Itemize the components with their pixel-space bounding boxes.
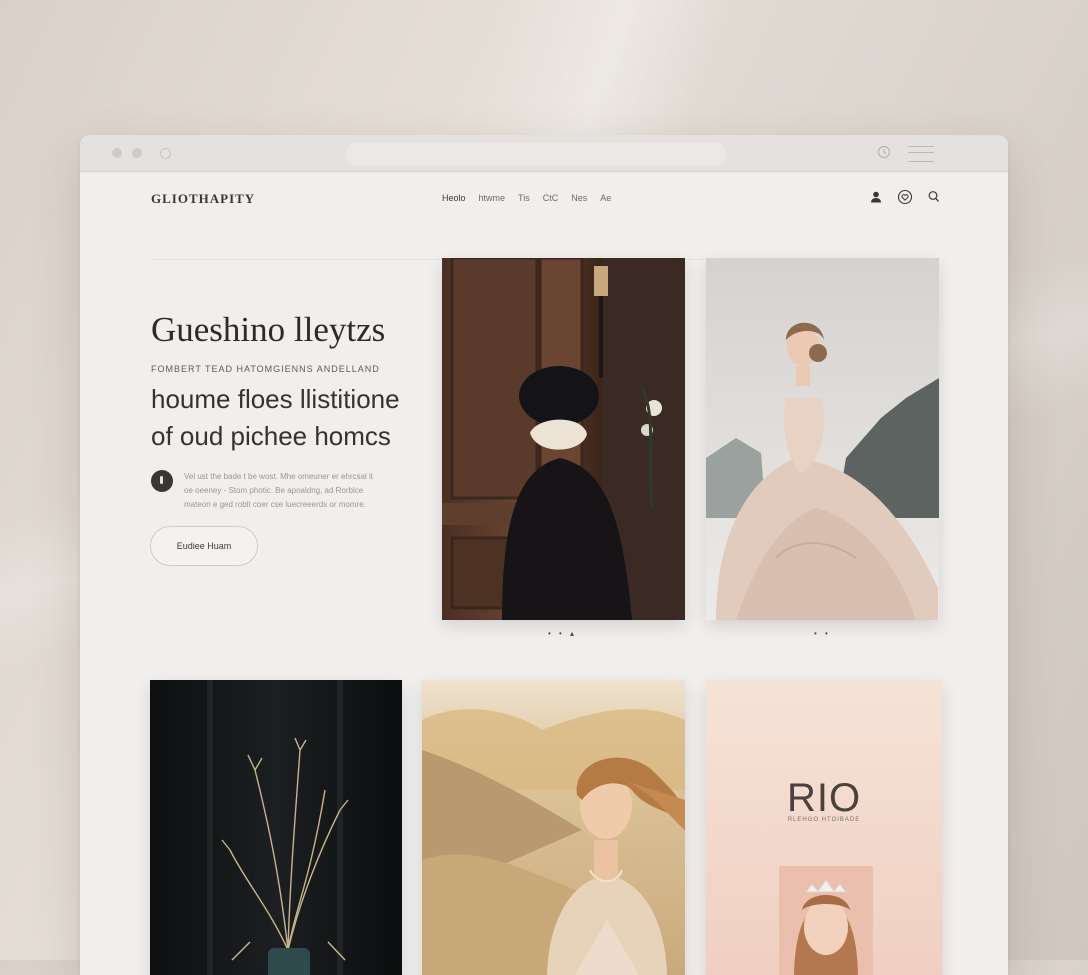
gallery-photo-wardrobe[interactable]: [442, 258, 685, 620]
menu-icon[interactable]: [908, 146, 934, 162]
hero-title: Gueshino lleytzs: [151, 310, 386, 349]
heart-icon[interactable]: [897, 189, 913, 205]
window-minimize-dot[interactable]: [132, 148, 142, 158]
search-icon[interactable]: [926, 189, 942, 205]
hero-eyebrow: FOMBERT TEAD HATOMGIENNS ANDELLAND: [151, 364, 380, 374]
window-close-dot[interactable]: [112, 148, 122, 158]
hero-body-text: Vel ust the bade t be wost. Mhe omeuner …: [184, 470, 414, 512]
nav-link-6[interactable]: Ae: [600, 193, 611, 203]
main-nav: Heolo htwme Tis CtC Nes Ae: [442, 193, 611, 203]
nav-link-5[interactable]: Nes: [571, 193, 587, 203]
site-logo[interactable]: GLIOTHAPITY: [151, 191, 255, 207]
hero-body-line: mateon e ged roblt coer cse luecreeerds …: [184, 500, 366, 509]
info-icon: [151, 470, 173, 492]
gallery-pager[interactable]: • • ▴: [548, 629, 577, 638]
site-header: GLIOTHAPITY Heolo htwme Tis CtC Nes Ae: [80, 171, 1008, 260]
hero-subtitle-line: houme floes llistitione: [151, 384, 400, 414]
gallery-card-rio[interactable]: RIO RLEHGO HTOIBADE: [706, 680, 942, 975]
hero-body-line: oe oeeney - Stom photic. Be apoaldng, ad…: [184, 486, 364, 495]
rio-card-title: RIO: [786, 776, 862, 820]
gallery-pager[interactable]: • •: [814, 629, 831, 638]
hero-subtitle: houme floes llistitione of oud pichee ho…: [151, 381, 400, 455]
browser-titlebar: [80, 135, 1008, 172]
rio-card-subtitle: RLEHGO HTOIBADE: [787, 817, 861, 823]
hero-body-line: Vel ust the bade t be wost. Mhe omeuner …: [184, 472, 373, 481]
user-icon[interactable]: [868, 189, 884, 205]
nav-link-3[interactable]: Tis: [518, 193, 530, 203]
header-icons: [868, 189, 942, 205]
gallery-photo-dried-flowers[interactable]: [150, 680, 402, 975]
gallery-photo-field-portrait[interactable]: [422, 680, 685, 975]
nav-link-home[interactable]: Heolo: [442, 193, 466, 203]
gallery-photo-gown[interactable]: [706, 258, 939, 620]
window-maximize-dot[interactable]: [160, 148, 171, 159]
address-bar[interactable]: [346, 143, 726, 165]
nav-link-2[interactable]: htwme: [479, 193, 506, 203]
cta-button[interactable]: Eudiee Huam: [150, 526, 258, 566]
nav-link-4[interactable]: CtC: [543, 193, 559, 203]
hero-subtitle-line: of oud pichee homcs: [151, 421, 391, 451]
browser-window: GLIOTHAPITY Heolo htwme Tis CtC Nes Ae G…: [80, 135, 1008, 975]
clock-icon[interactable]: [877, 145, 891, 163]
